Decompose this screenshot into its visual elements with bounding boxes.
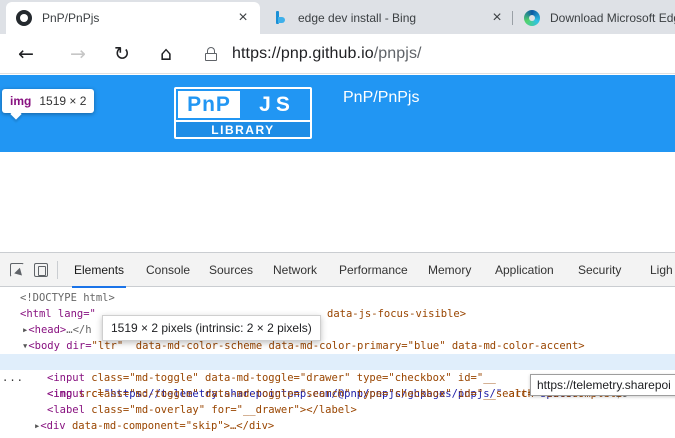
- devtools-toolbar: Elements Console Sources Network Perform…: [0, 253, 675, 288]
- element-dimensions: 1519 × 2: [39, 94, 87, 108]
- tab-security[interactable]: Security: [578, 253, 621, 287]
- bing-icon: [272, 10, 288, 26]
- doctype-text: <!DOCTYPE html>: [20, 292, 115, 304]
- tab-title: edge dev install - Bing: [298, 11, 417, 25]
- input-tag: <input: [47, 388, 92, 400]
- inspect-element-icon[interactable]: [10, 263, 24, 277]
- tab-performance[interactable]: Performance: [339, 253, 408, 287]
- navigation-bar: ← → ↻ ⌂ https://pnp.github.io/pnpjs/: [0, 34, 675, 74]
- image-dimensions-tooltip: 1519 × 2 pixels (intrinsic: 2 × 2 pixels…: [102, 315, 321, 341]
- devtools-panel: Elements Console Sources Network Perform…: [0, 252, 675, 438]
- html-attr-text: data-js-focus-visible>: [327, 308, 467, 320]
- edge-icon: [524, 10, 540, 26]
- input-tag: <input: [47, 372, 92, 384]
- tab-elements[interactable]: Elements: [71, 253, 127, 288]
- dom-node-img-selected[interactable]: ... <img src="https://telemetry.sharepoi…: [0, 354, 675, 400]
- element-inspect-tooltip: img 1519 × 2: [2, 89, 95, 113]
- url-path: /pnpjs/: [373, 45, 422, 62]
- link-url-tooltip: https://telemetry.sharepoi: [530, 374, 675, 396]
- close-icon[interactable]: ×: [490, 9, 504, 27]
- forward-arrow-icon[interactable]: →: [66, 42, 90, 66]
- site-title: PnP/PnPjs: [343, 89, 420, 106]
- body-attrs: "ltr" data-md-color-scheme data-md-color…: [91, 340, 585, 352]
- lock-icon[interactable]: [205, 47, 217, 61]
- tab-strip: PnP/PnPjs × edge dev install - Bing × Do…: [0, 0, 675, 34]
- address-bar[interactable]: https://pnp.github.io/pnpjs/: [232, 45, 422, 63]
- tab-title: Download Microsoft Edge: [550, 11, 675, 25]
- site-header: PnP JS LIBRARY PnP/PnPjs: [0, 75, 675, 152]
- dom-node-div-skip[interactable]: ▸<div data-md-component="skip">…</div>: [0, 418, 675, 434]
- head-tag: <head>: [28, 324, 67, 336]
- expand-arrow-icon[interactable]: ▸: [0, 324, 28, 336]
- tab-edge-download[interactable]: Download Microsoft Edge: [514, 2, 675, 34]
- expand-arrow-icon[interactable]: ▸: [0, 420, 40, 432]
- div-attrs: data-md-component="skip">…</div>: [71, 420, 275, 432]
- dom-node-doctype[interactable]: <!DOCTYPE html>: [0, 290, 675, 306]
- label-tag: <label: [47, 404, 92, 416]
- home-icon[interactable]: ⌂: [154, 42, 178, 66]
- device-toolbar-icon[interactable]: [34, 263, 48, 277]
- input-attrs: class="md-toggle" data-md-toggle="drawer…: [91, 372, 496, 384]
- collapse-arrow-icon[interactable]: ▾: [0, 340, 28, 352]
- logo-library-text: LIBRARY: [176, 120, 310, 137]
- elements-tree: <!DOCTYPE html> <html lang=" data-js-foc…: [0, 288, 675, 438]
- logo-js-text: JS: [259, 93, 295, 116]
- tab-network[interactable]: Network: [273, 253, 317, 287]
- div-tag: <div: [40, 420, 72, 432]
- close-icon[interactable]: ×: [236, 9, 250, 27]
- tab-divider: [512, 11, 513, 25]
- refresh-icon[interactable]: ↻: [110, 42, 134, 66]
- body-tag: <body dir=: [28, 340, 92, 352]
- html-tag: <html lang=": [20, 308, 96, 320]
- tab-lighthouse[interactable]: Ligh: [650, 253, 673, 287]
- dom-node-label[interactable]: <label class="md-overlay" for="__drawer"…: [0, 402, 675, 418]
- toolbar-divider: [57, 261, 58, 279]
- tab-title: PnP/PnPjs: [42, 11, 100, 25]
- tab-bing[interactable]: edge dev install - Bing ×: [262, 2, 514, 34]
- tab-pnpjs[interactable]: PnP/PnPjs ×: [6, 2, 260, 34]
- github-icon: [16, 10, 32, 26]
- tab-console[interactable]: Console: [146, 253, 190, 287]
- tab-sources[interactable]: Sources: [209, 253, 253, 287]
- head-collapsed-text: …</h: [66, 324, 92, 336]
- back-arrow-icon[interactable]: ←: [14, 42, 38, 66]
- page-viewport: PnP JS LIBRARY PnP/PnPjs: [0, 75, 675, 250]
- tab-memory[interactable]: Memory: [428, 253, 471, 287]
- tab-application[interactable]: Application: [495, 253, 554, 287]
- logo-pnp-text: PnP: [178, 91, 240, 118]
- dom-node-html-attrs: data-js-focus-visible>: [327, 306, 466, 322]
- pnpjs-logo[interactable]: PnP JS LIBRARY: [174, 87, 312, 139]
- url-host: https://pnp.github.io: [232, 45, 374, 62]
- element-tag: img: [10, 94, 32, 108]
- label-attrs: class="md-overlay" for="__drawer"></labe…: [91, 404, 357, 416]
